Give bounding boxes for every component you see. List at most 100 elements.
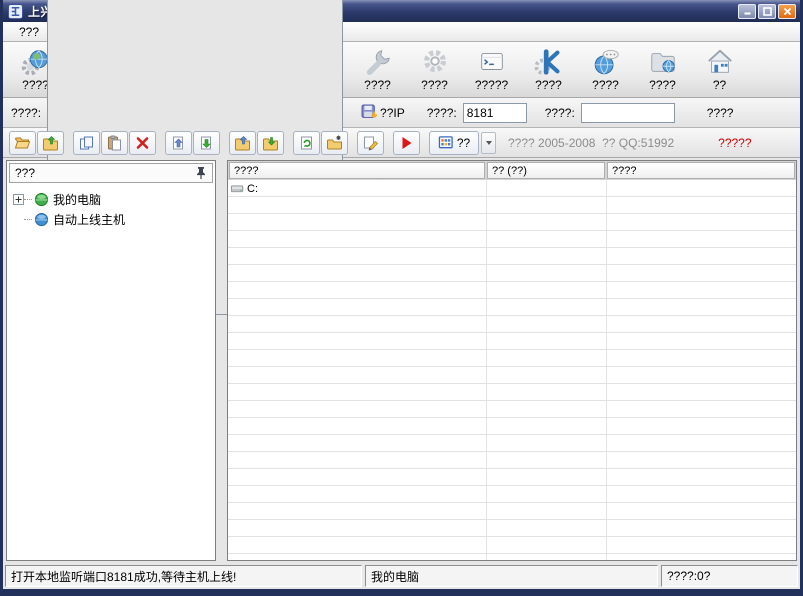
tree-header: ??? [9,163,213,183]
refresh-icon [298,135,315,151]
toolbar-button-8[interactable]: ???? [406,44,463,96]
status-count: ????:0? [661,565,798,587]
minimize-button[interactable] [738,4,756,19]
notice-link[interactable]: ????? [718,136,751,150]
globe-chat-icon [591,47,621,77]
app-window: 上兴远程控制V4.2共享版 127.0.0.1 ??? ??(F) ??(G) … [0,0,803,596]
wrench-icon [363,47,393,77]
port-input[interactable] [463,103,527,123]
download-file-button[interactable] [193,131,220,155]
tree-item-auto-online[interactable]: 自动上线主机 [13,209,215,229]
new-folder-button[interactable] [321,131,348,155]
status-message: 打开本地监听端口8181成功,等待主机上线! [5,565,362,587]
upload-file-button[interactable] [165,131,192,155]
table-body: C: [228,180,796,560]
delete-icon [134,135,151,151]
paste-button[interactable] [101,131,128,155]
chevron-down-icon [486,141,492,145]
password-input[interactable] [581,103,675,123]
connection-bar: ????: ??IP ????: ????: ???? [3,98,800,128]
toolbar-button-label: ???? [421,78,448,92]
k-gear-icon [534,47,564,77]
expand-plus-icon[interactable] [13,194,24,205]
file-toolbar: ?? ???? 2005-2008 ?? QQ:51992 ????? [3,128,800,158]
folder-up-icon [42,135,59,151]
rename-pencil-icon [362,135,379,151]
folder-up-button[interactable] [37,131,64,155]
toolbar-button-7[interactable]: ???? [349,44,406,96]
minimize-icon [743,7,752,15]
run-play-icon [398,135,415,151]
open-folder-button[interactable] [9,131,36,155]
table-header-row: ???? ?? (??) ???? [228,161,796,180]
status-count-text: ????:0? [667,569,710,583]
view-mode-dropdown[interactable] [481,132,496,154]
paste-icon [106,135,123,151]
toolbar-button-10[interactable]: ???? [520,44,577,96]
globe-gear-icon [21,47,51,77]
green-globe-icon [34,192,49,207]
column-header-size[interactable]: ?? (??) [487,162,605,179]
column-header-name[interactable]: ???? [229,162,485,179]
tree-item-my-computer[interactable]: 我的电脑 [13,189,215,209]
apply-button[interactable]: ???? [707,106,734,120]
refresh-button[interactable] [293,131,320,155]
column-header-type[interactable]: ???? [607,162,795,179]
toolbar-button-11[interactable]: ???? [577,44,634,96]
menu-item-0[interactable]: ??? [11,23,47,41]
save-ip-label: ??IP [380,106,405,120]
pin-icon[interactable] [195,166,207,180]
password-label: ????: [545,106,575,120]
status-message-text: 打开本地监听端口8181成功,等待主机上线! [11,568,236,585]
toolbar-button-label: ???? [22,78,49,92]
host-tree-panel: ??? 我的电 [6,160,216,561]
copy-button[interactable] [73,131,100,155]
panel-splitter[interactable] [220,160,223,561]
toolbar-button-9[interactable]: ????? [463,44,520,96]
open-folder-icon [14,135,31,151]
grid-view-icon [438,135,454,150]
maximize-icon [763,7,772,16]
file-upload-icon [170,135,187,151]
drive-name: C: [247,183,258,195]
toolbar-button-label: ????? [475,78,508,92]
status-selected-host: 我的电脑 [365,565,658,587]
rename-button[interactable] [357,131,384,155]
gear-icon [420,47,450,77]
tree-item-label: 我的电脑 [53,191,101,208]
terminal-icon [477,47,507,77]
upload-folder-button[interactable] [229,131,256,155]
floppy-save-icon [361,104,378,121]
view-mode-button[interactable]: ?? [429,131,479,155]
toolbar-button-13[interactable]: ?? [691,44,748,96]
folder-sync-icon [648,47,678,77]
file-download-icon [198,135,215,151]
toolbar-button-label: ???? [592,78,619,92]
toolbar-button-12[interactable]: ???? [634,44,691,96]
close-button[interactable] [778,4,796,19]
new-folder-icon [326,135,343,151]
save-ip-button[interactable]: ??IP [361,104,405,121]
status-host-text: 我的电脑 [371,568,419,585]
tree-item-label: 自动上线主机 [53,211,125,228]
copyright-text: ???? 2005-2008 ?? QQ:51992 [508,136,674,150]
table-row-drive-c[interactable]: C: [228,180,796,197]
copy-icon [78,135,95,151]
status-bar: 打开本地监听端口8181成功,等待主机上线! 我的电脑 ????:0? [3,563,800,589]
toolbar-button-label: ???? [649,78,676,92]
home-icon [705,47,735,77]
maximize-button[interactable] [758,4,776,19]
folder-upload-icon [234,135,251,151]
toolbar-button-label: ?? [713,78,726,92]
drive-icon [230,182,245,196]
download-folder-button[interactable] [257,131,284,155]
target-label: ????: [11,106,41,120]
run-button[interactable] [393,131,420,155]
toolbar-button-label: ???? [364,78,391,92]
view-mode-label: ?? [457,136,470,150]
blue-globe-icon [34,212,49,227]
tree-header-label: ??? [15,166,35,180]
toolbar-button-label: ???? [535,78,562,92]
delete-button[interactable] [129,131,156,155]
close-icon [783,7,792,16]
